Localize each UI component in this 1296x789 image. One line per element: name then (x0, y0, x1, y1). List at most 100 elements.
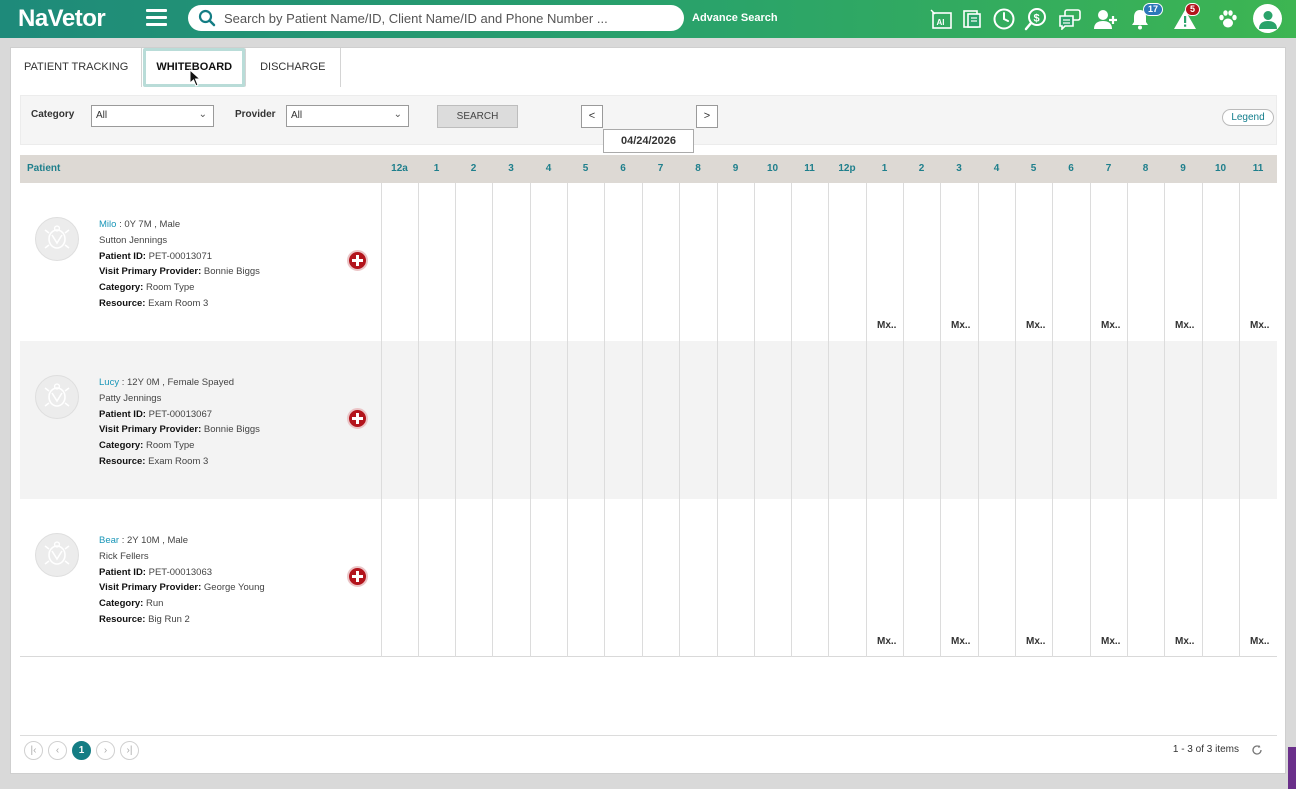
medication-marker[interactable]: Mx.. (877, 636, 896, 647)
add-appointment-button[interactable] (347, 566, 368, 587)
grid-line (418, 499, 419, 657)
document-icon[interactable] (959, 6, 985, 32)
add-appointment-button[interactable] (347, 250, 368, 271)
prev-date-button[interactable]: < (581, 105, 603, 128)
advance-search-link[interactable]: Advance Search (692, 12, 778, 24)
grid-line (978, 183, 979, 341)
scrollbar[interactable] (1288, 747, 1296, 789)
patient-row: Lucy : 12Y 0M , Female Spayed Patty Jenni… (20, 341, 1277, 499)
medication-marker[interactable]: Mx.. (1250, 636, 1269, 647)
last-page-button[interactable]: ›| (120, 741, 139, 760)
hour-header: 2 (918, 163, 925, 174)
patient-avatar[interactable] (35, 375, 79, 419)
medication-marker[interactable]: Mx.. (1175, 636, 1194, 647)
hour-header: 7 (1105, 163, 1112, 174)
patient-name-link[interactable]: Milo (99, 219, 116, 230)
medication-marker[interactable]: Mx.. (1026, 636, 1045, 647)
patient-details: : 0Y 7M , Male (119, 219, 181, 230)
mouse-cursor-icon (189, 69, 201, 87)
warning-icon[interactable]: 5 (1172, 3, 1201, 32)
hour-header: 8 (1142, 163, 1149, 174)
medication-marker[interactable]: Mx.. (951, 320, 970, 331)
patient-avatar[interactable] (35, 217, 79, 261)
grid-line (1202, 499, 1203, 657)
menu-icon[interactable] (146, 9, 167, 27)
legend-button[interactable]: Legend (1222, 109, 1274, 126)
provider-value: George Young (203, 582, 265, 594)
patient-info: Lucy : 12Y 0M , Female Spayed Patty Jenni… (99, 375, 260, 470)
clock-icon[interactable] (991, 6, 1017, 32)
tab-patient-tracking[interactable]: PATIENT TRACKING (11, 48, 143, 87)
grid-line (754, 183, 755, 341)
filter-bar: Category All ⌄ Provider All ⌄ SEARCH < >… (20, 95, 1277, 153)
medication-marker[interactable]: Mx.. (1101, 320, 1120, 331)
medication-marker[interactable]: Mx.. (1026, 320, 1045, 331)
patient-avatar[interactable] (35, 533, 79, 577)
grid-line (903, 341, 904, 499)
search-input[interactable] (224, 8, 674, 28)
grid-line (828, 183, 829, 341)
hour-header: 11 (804, 163, 815, 174)
patient-id-label: Patient ID: (99, 566, 146, 578)
bell-icon[interactable]: 17 (1127, 3, 1164, 32)
medication-marker[interactable]: Mx.. (951, 636, 970, 647)
provider-value: Bonnie Biggs (203, 266, 260, 278)
refresh-icon[interactable] (1251, 744, 1263, 756)
add-user-icon[interactable] (1093, 6, 1119, 32)
grid-line (492, 341, 493, 499)
grid-line (679, 183, 680, 341)
medication-marker[interactable]: Mx.. (1250, 320, 1269, 331)
search-icon (198, 9, 216, 27)
hour-header: 3 (508, 163, 514, 174)
grid-line (1127, 341, 1128, 499)
tab-discharge[interactable]: DISCHARGE (246, 48, 341, 87)
grid-line (1239, 183, 1240, 341)
hour-header: 6 (620, 163, 626, 174)
ai-icon[interactable]: AI (928, 6, 954, 32)
date-display[interactable]: 04/24/2026 (603, 129, 694, 153)
category-label: Category: (99, 598, 144, 610)
svg-text:$: $ (1034, 13, 1040, 25)
grid-line (866, 183, 867, 341)
page-1-button[interactable]: 1 (72, 741, 91, 760)
prev-page-button[interactable]: ‹ (48, 741, 67, 760)
grid-line (1127, 499, 1128, 657)
patient-id-value: PET-00013063 (148, 566, 213, 578)
grid-line (455, 183, 456, 341)
grid-line (1239, 499, 1240, 657)
user-avatar-icon[interactable] (1253, 4, 1282, 33)
patient-name-link[interactable]: Bear (99, 535, 119, 546)
patient-id-value: PET-00013067 (148, 408, 213, 420)
plus-icon (352, 571, 363, 582)
provider-select[interactable]: All ⌄ (286, 105, 409, 127)
chat-icon[interactable] (1057, 6, 1083, 32)
grid-line (1090, 183, 1091, 341)
first-page-button[interactable]: |‹ (24, 741, 43, 760)
grid-line (679, 499, 680, 657)
add-appointment-button[interactable] (347, 408, 368, 429)
next-page-button[interactable]: › (96, 741, 115, 760)
grid-line (1052, 183, 1053, 341)
paw-icon[interactable] (1215, 6, 1241, 32)
next-date-button[interactable]: > (696, 105, 718, 128)
medication-marker[interactable]: Mx.. (877, 320, 896, 331)
grid-line (791, 499, 792, 657)
grid-line (1052, 341, 1053, 499)
grid-line (717, 499, 718, 657)
search-button[interactable]: SEARCH (437, 105, 518, 128)
category-value: Room Type (145, 282, 195, 294)
money-search-icon[interactable]: $ (1023, 6, 1049, 32)
hour-header: 5 (1030, 163, 1037, 174)
patient-name-link[interactable]: Lucy (99, 377, 119, 388)
medication-marker[interactable]: Mx.. (1101, 636, 1120, 647)
notification-count-badge: 17 (1143, 3, 1164, 16)
app-logo[interactable]: NaVetor (18, 5, 106, 33)
category-select[interactable]: All ⌄ (91, 105, 214, 127)
global-search[interactable] (188, 5, 684, 31)
hour-header: 11 (1252, 163, 1264, 174)
hour-header: 7 (657, 163, 664, 174)
medication-marker[interactable]: Mx.. (1175, 320, 1194, 331)
grid-line (791, 341, 792, 499)
grid-line (418, 341, 419, 499)
patient-info: Bear : 2Y 10M , Male Rick Fellers Patient … (99, 533, 265, 628)
